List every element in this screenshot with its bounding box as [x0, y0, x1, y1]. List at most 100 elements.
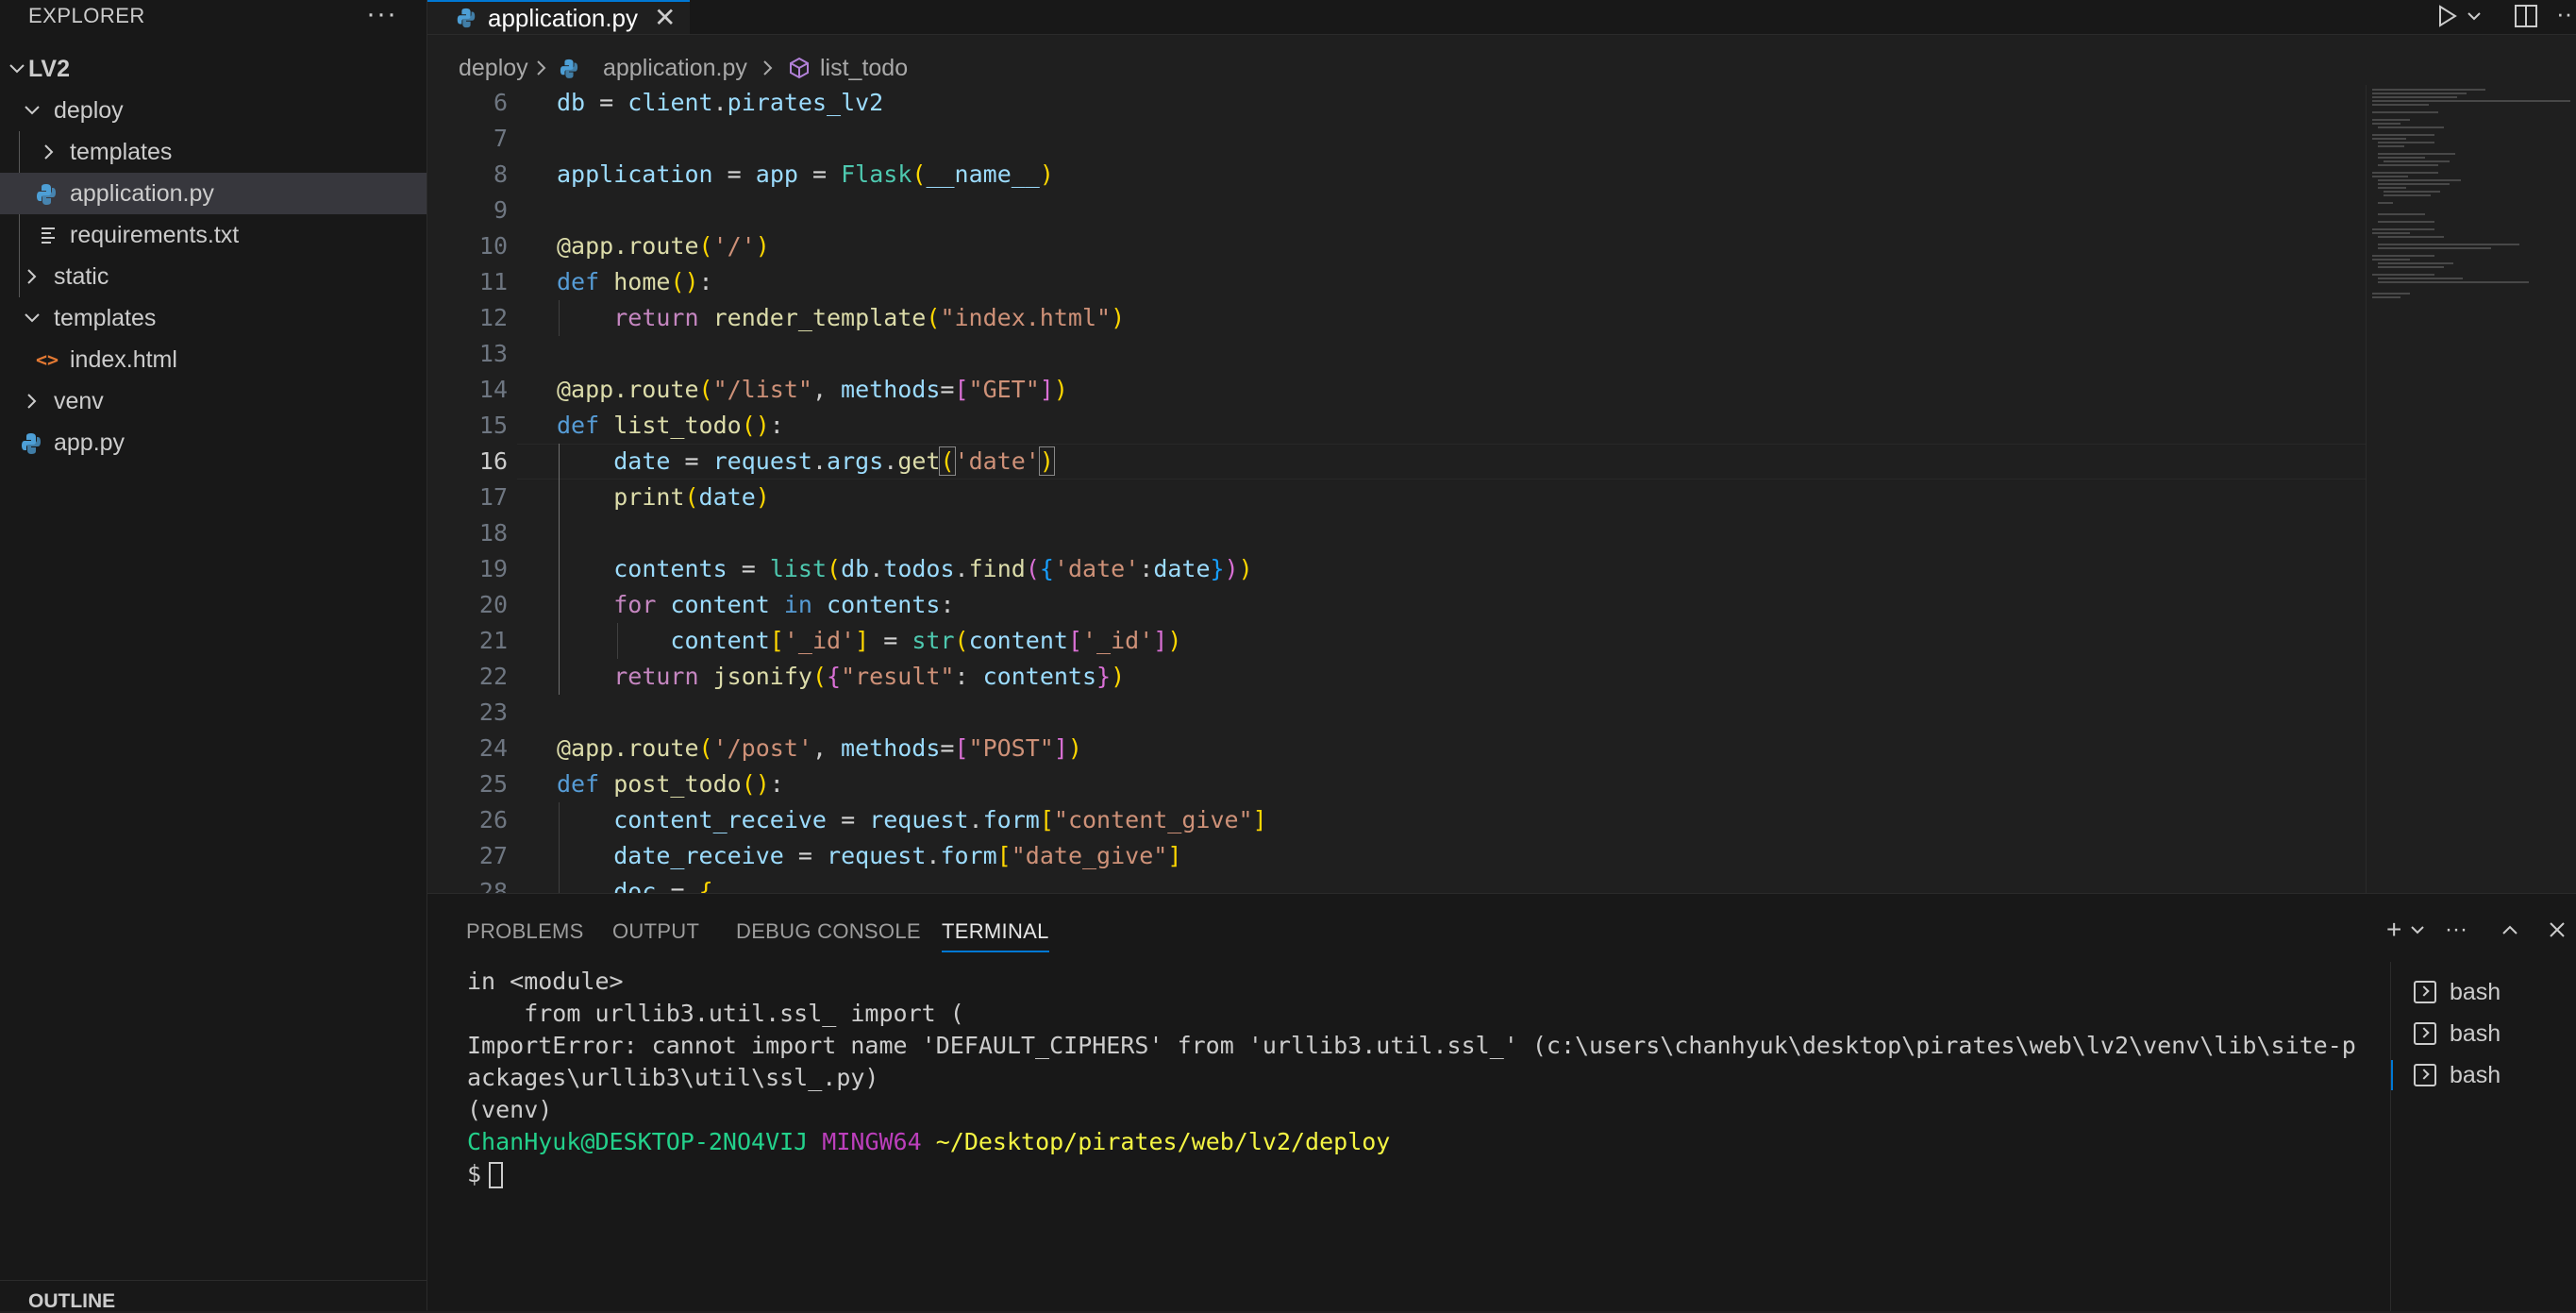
- tab-problems[interactable]: PROBLEMS: [466, 913, 584, 951]
- code-line: 21 content['_id'] = str(content['_id']): [478, 627, 1182, 654]
- tree-item-label: index.html: [70, 346, 177, 373]
- code-line: 18: [478, 519, 508, 547]
- tab-output[interactable]: OUTPUT: [612, 913, 699, 951]
- code-line: 8 application = app = Flask(__name__): [493, 160, 1054, 188]
- minimap[interactable]: [2368, 85, 2576, 368]
- tree-item-app-py[interactable]: app.py: [0, 422, 427, 463]
- tree-item-label: requirements.txt: [70, 222, 240, 248]
- chevron-down-icon: [23, 297, 43, 339]
- terminal-line: (venv): [467, 1096, 553, 1123]
- terminal-name: bash: [2450, 1020, 2501, 1047]
- breadcrumb-item[interactable]: list_todo: [820, 49, 908, 87]
- code-line: 15 def list_todo():: [478, 412, 784, 439]
- prompt-user: ChanHyuk@DESKTOP-2NO4VIJ: [467, 1128, 809, 1155]
- terminal-line: from urllib3.util.ssl_ import (: [467, 1000, 964, 1027]
- code-line: 28 doc = {: [478, 878, 713, 893]
- prompt-shell: MINGW64: [822, 1128, 922, 1155]
- new-terminal-icon[interactable]: +: [2386, 911, 2401, 949]
- tree-item-label: templates: [54, 305, 157, 331]
- terminal-line: ImportError: cannot import name 'DEFAULT…: [467, 1032, 2356, 1059]
- python-file-icon: [21, 422, 42, 463]
- outline-section[interactable]: OUTLINE: [0, 1280, 427, 1312]
- tree-item-requirements-txt[interactable]: requirements.txt: [0, 214, 427, 256]
- tree-item-label: static: [54, 263, 109, 290]
- code-editor[interactable]: 6 db = client.pirates_lv2 7 8 application …: [427, 85, 2371, 893]
- tree-item-templates[interactable]: templates: [0, 131, 427, 173]
- more-actions-icon[interactable]: ··: [2556, 0, 2572, 32]
- code-line: 19 contents = list(db.todos.find({'date'…: [478, 555, 1253, 582]
- chevron-right-icon: [23, 380, 43, 422]
- prompt-path: ~/Desktop/pirates/web/lv2/deploy: [935, 1128, 1391, 1155]
- explorer-sidebar: EXPLORER ··· LV2 deploy templates applic…: [0, 0, 427, 1312]
- terminal-input-line[interactable]: $: [467, 1158, 2430, 1190]
- tree-item-deploy[interactable]: deploy: [0, 90, 427, 131]
- tree-item-label: venv: [54, 388, 104, 414]
- code-line: 20 for content in contents:: [478, 591, 955, 618]
- chevron-right-icon: [23, 256, 43, 297]
- chevron-down-icon: [23, 90, 43, 131]
- python-file-icon: [456, 7, 477, 34]
- indent-guide: [617, 623, 618, 659]
- terminal-icon: [2414, 1064, 2436, 1086]
- code-line: 13: [478, 340, 508, 367]
- code-line-current: 16 date = request.args.get('date'): [427, 444, 2371, 480]
- indent-guide: [559, 300, 560, 336]
- tree-item-index-html[interactable]: <> index.html: [0, 339, 427, 380]
- explorer-title: EXPLORER: [28, 4, 145, 27]
- bottom-panel: PROBLEMS OUTPUT DEBUG CONSOLE TERMINAL +…: [427, 893, 2576, 1311]
- text-file-icon: [40, 214, 57, 256]
- terminal-output[interactable]: in <module> from urllib3.util.ssl_ impor…: [467, 966, 2430, 1190]
- terminal-instance-bash[interactable]: bash: [2391, 971, 2576, 1013]
- editor-tab-bar: application.py ✕ ··: [427, 0, 2576, 35]
- code-line: 24 @app.route('/post', methods=["POST"]): [478, 734, 1082, 762]
- tree-item-static[interactable]: static: [0, 256, 427, 297]
- terminal-line: ackages\urllib3\util\ssl_.py): [467, 1064, 879, 1091]
- terminal-line: in <module>: [467, 968, 624, 995]
- chevron-down-icon[interactable]: [2409, 911, 2426, 949]
- code-line: 6 db = client.pirates_lv2: [493, 89, 884, 116]
- code-line: 25 def post_todo():: [478, 770, 784, 798]
- code-line: 23: [478, 699, 508, 726]
- tree-item-venv[interactable]: venv: [0, 380, 427, 422]
- tree-item-label: application.py: [70, 180, 214, 207]
- code-line: 11 def home():: [478, 268, 713, 295]
- terminal-instance-bash[interactable]: bash: [2391, 1013, 2576, 1054]
- run-icon[interactable]: [2435, 0, 2460, 32]
- terminal-icon: [2414, 981, 2436, 1003]
- tab-terminal[interactable]: TERMINAL: [942, 913, 1049, 952]
- explorer-more-icon[interactable]: ···: [366, 0, 397, 32]
- breadcrumb-item[interactable]: deploy: [459, 49, 528, 87]
- outline-title: OUTLINE: [28, 1290, 116, 1312]
- minimap-divider: [2366, 85, 2367, 893]
- tab-application-py[interactable]: application.py ✕: [427, 0, 690, 34]
- prompt-symbol: $: [467, 1160, 482, 1187]
- close-panel-icon[interactable]: [2547, 911, 2568, 949]
- close-icon[interactable]: ✕: [654, 4, 676, 32]
- code-line: 10 @app.route('/'): [478, 232, 770, 260]
- html-file-icon: <>: [36, 348, 59, 371]
- chevron-down-icon[interactable]: [2466, 0, 2483, 32]
- code-line: 14 @app.route("/list", methods=["GET"]): [478, 376, 1068, 403]
- tree-item-label: deploy: [54, 97, 124, 124]
- maximize-panel-icon[interactable]: [2500, 911, 2520, 949]
- tab-label: application.py: [488, 4, 638, 32]
- terminal-instance-bash-active[interactable]: bash: [2391, 1054, 2576, 1096]
- tree-item-templates-open[interactable]: templates: [0, 297, 427, 339]
- breadcrumb-item[interactable]: application.py: [603, 49, 747, 87]
- code-line: 9: [493, 196, 508, 224]
- chevron-down-icon: [8, 48, 28, 90]
- tree-item-label: app.py: [54, 429, 125, 456]
- code-line: 17 print(date): [478, 483, 770, 511]
- tree-item-application-py[interactable]: application.py: [0, 173, 427, 214]
- tab-debug-console[interactable]: DEBUG CONSOLE: [736, 913, 921, 951]
- terminal-icon: [2414, 1022, 2436, 1045]
- panel-more-icon[interactable]: ···: [2445, 911, 2467, 949]
- code-line: 7: [493, 125, 508, 152]
- indent-guide: [559, 802, 560, 893]
- terminal-name: bash: [2450, 979, 2501, 1005]
- python-file-icon: [36, 173, 57, 214]
- tree-item-label: templates: [70, 139, 173, 165]
- split-editor-icon[interactable]: [2513, 0, 2539, 32]
- tree-root-lv2[interactable]: LV2: [0, 48, 427, 90]
- chevron-right-icon: [40, 131, 60, 173]
